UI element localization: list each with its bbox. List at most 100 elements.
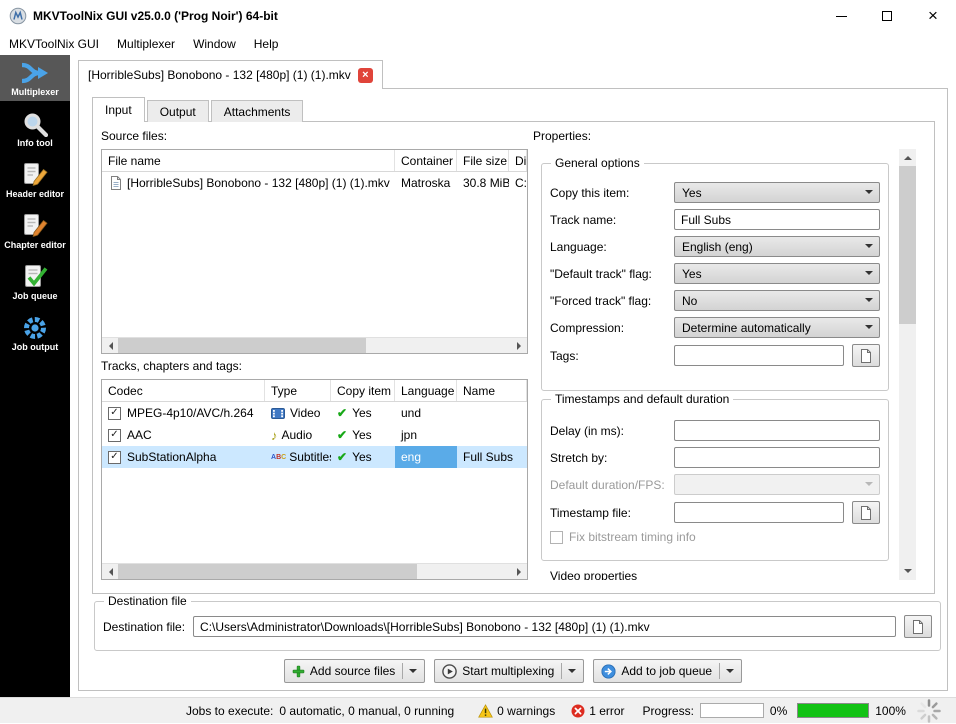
track-row-subtitles[interactable]: ✓ SubStationAlpha ABC Subtitles ✔ Yes en…: [102, 446, 527, 468]
titlebar: MKVToolNix GUI v25.0.0 ('Prog Noir') 64-…: [0, 0, 956, 32]
compression-select[interactable]: Determine automatically: [674, 317, 880, 338]
pencil-document-icon: [22, 213, 48, 239]
track-checkbox[interactable]: ✓: [108, 429, 121, 442]
copy-item-text: Yes: [352, 428, 372, 442]
column-header-copy-item[interactable]: Copy item: [331, 380, 395, 401]
scrollbar-thumb[interactable]: [118, 564, 417, 579]
sidebar-item-info-tool[interactable]: Info tool: [0, 106, 70, 152]
copy-this-item-select[interactable]: Yes: [674, 182, 880, 203]
field-label: Default duration/FPS:: [550, 478, 674, 492]
track-name-input[interactable]: [674, 209, 880, 230]
warnings-count[interactable]: 0 warnings: [497, 704, 555, 718]
sidebar-item-label: Multiplexer: [11, 87, 59, 97]
general-options-group: General options Copy this item: Yes Trac…: [541, 163, 889, 391]
default-duration-select: [674, 474, 880, 495]
sidebar-item-chapter-editor[interactable]: Chapter editor: [0, 208, 70, 254]
timestamp-file-input[interactable]: [674, 502, 844, 523]
column-header-codec[interactable]: Codec: [102, 380, 265, 401]
close-tab-icon[interactable]: ×: [358, 68, 373, 83]
add-source-files-button[interactable]: Add source files: [284, 659, 425, 683]
fix-bitstream-checkbox[interactable]: [550, 531, 563, 544]
field-label: Timestamp file:: [550, 506, 674, 520]
browse-file-icon: [860, 506, 872, 520]
scroll-left-icon[interactable]: [102, 338, 118, 354]
track-row-audio[interactable]: ✓ AAC ♪ Audio ✔ Yes jpn: [102, 424, 527, 446]
maximize-button[interactable]: [864, 0, 910, 32]
column-header-type[interactable]: Type: [265, 380, 331, 401]
file-tab-label: [HorribleSubs] Bonobono - 132 [480p] (1)…: [88, 68, 351, 82]
start-multiplexing-button[interactable]: Start multiplexing: [434, 659, 584, 683]
tab-page: Input Output Attachments Source files: F…: [78, 88, 948, 691]
properties-scrollbar[interactable]: [899, 149, 916, 580]
menu-mkvtoolnix-gui[interactable]: MKVToolNix GUI: [0, 34, 108, 54]
tab-output[interactable]: Output: [147, 100, 209, 122]
sidebar-item-header-editor[interactable]: Header editor: [0, 157, 70, 203]
type-text: Subtitles: [289, 450, 331, 464]
column-header-container[interactable]: Container: [395, 150, 457, 171]
combo-value: Determine automatically: [682, 321, 811, 335]
track-checkbox[interactable]: ✓: [108, 407, 121, 420]
scrollbar-thumb[interactable]: [899, 166, 916, 324]
jobs-to-execute-label: Jobs to execute:: [186, 704, 273, 718]
arrow-circle-icon: [601, 664, 616, 679]
tab-input[interactable]: Input: [92, 97, 145, 122]
copy-item-cell: ✔ Yes: [331, 402, 395, 424]
minimize-icon: [836, 16, 847, 17]
file-tab[interactable]: [HorribleSubs] Bonobono - 132 [480p] (1)…: [78, 60, 383, 89]
tags-input[interactable]: [674, 345, 844, 366]
menu-help[interactable]: Help: [245, 34, 288, 54]
busy-spinner-icon: [916, 698, 942, 724]
column-header-file-size[interactable]: File size: [457, 150, 509, 171]
default-track-flag-select[interactable]: Yes: [674, 263, 880, 284]
main-area: [HorribleSubs] Bonobono - 132 [480p] (1)…: [70, 55, 956, 697]
track-checkbox[interactable]: ✓: [108, 451, 121, 464]
checkmark-document-icon: [22, 264, 48, 290]
column-header-file-name[interactable]: File name: [102, 150, 395, 171]
timestamp-file-browse-button[interactable]: [852, 501, 880, 524]
column-header-language[interactable]: Language: [395, 380, 457, 401]
sidebar-item-job-queue[interactable]: Job queue: [0, 259, 70, 305]
tab-attachments[interactable]: Attachments: [211, 100, 304, 122]
language-select[interactable]: English (eng): [674, 236, 880, 257]
column-header-directory[interactable]: Di: [509, 150, 527, 171]
track-row-video[interactable]: ✓ MPEG-4p10/AVC/h.264 Video: [102, 402, 527, 424]
field-label: Language:: [550, 240, 674, 254]
tags-browse-button[interactable]: [852, 344, 880, 367]
language-cell-current[interactable]: eng: [395, 446, 457, 468]
destination-file-input[interactable]: [193, 616, 896, 637]
window-controls: ×: [818, 0, 956, 32]
sidebar-item-job-output[interactable]: Job output: [0, 310, 70, 356]
sidebar-item-multiplexer[interactable]: Multiplexer: [0, 55, 70, 101]
scrollbar-thumb[interactable]: [118, 338, 366, 353]
close-button[interactable]: ×: [910, 0, 956, 32]
delay-input[interactable]: [674, 420, 880, 441]
minimize-button[interactable]: [818, 0, 864, 32]
menu-window[interactable]: Window: [184, 34, 245, 54]
scroll-right-icon[interactable]: [511, 338, 527, 354]
scroll-up-icon[interactable]: [899, 149, 916, 166]
scrollbar-track[interactable]: [118, 564, 511, 579]
tracks-label: Tracks, chapters and tags:: [101, 359, 242, 373]
add-to-job-queue-button[interactable]: Add to job queue: [593, 659, 742, 683]
language-cell: und: [395, 402, 457, 424]
tracks-hscrollbar[interactable]: [102, 563, 527, 579]
scroll-down-icon[interactable]: [899, 563, 916, 580]
source-files-header: File name Container File size Di: [102, 150, 527, 172]
forced-track-flag-select[interactable]: No: [674, 290, 880, 311]
scroll-right-icon[interactable]: [511, 564, 527, 580]
source-file-row[interactable]: [HorribleSubs] Bonobono - 132 [480p] (1)…: [102, 172, 527, 194]
source-files-hscrollbar[interactable]: [102, 337, 527, 353]
statusbar: Jobs to execute: 0 automatic, 0 manual, …: [0, 697, 956, 723]
scroll-left-icon[interactable]: [102, 564, 118, 580]
chevron-down-icon: [865, 298, 873, 306]
menu-multiplexer[interactable]: Multiplexer: [108, 34, 184, 54]
destination-browse-button[interactable]: [904, 615, 932, 638]
scrollbar-track[interactable]: [118, 338, 511, 353]
video-icon: [271, 408, 285, 419]
column-header-name[interactable]: Name: [457, 380, 527, 401]
timestamps-group: Timestamps and default duration Delay (i…: [541, 399, 889, 561]
total-progress-bar: [797, 703, 869, 718]
errors-count[interactable]: 1 error: [589, 704, 624, 718]
jobs-to-execute-value: 0 automatic, 0 manual, 0 running: [279, 704, 454, 718]
stretch-by-input[interactable]: [674, 447, 880, 468]
